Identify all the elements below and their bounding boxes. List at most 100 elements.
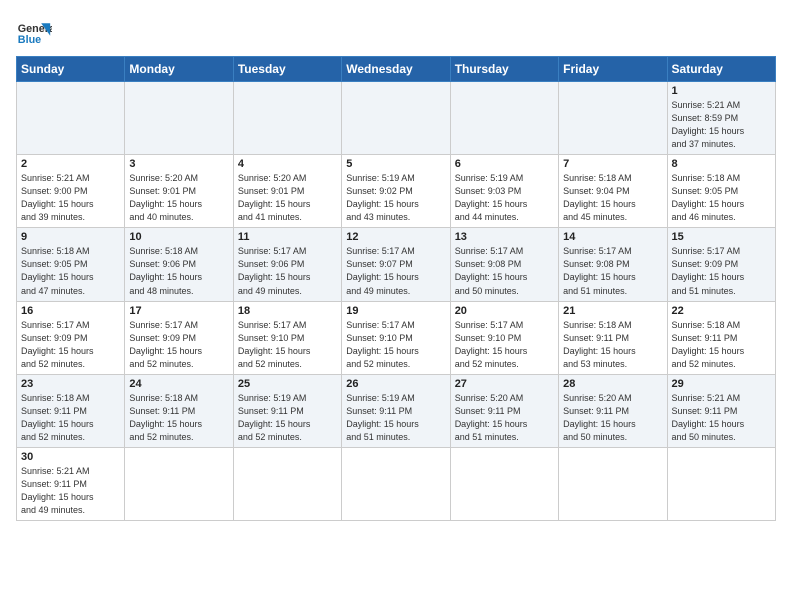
day-info: Sunrise: 5:20 AM Sunset: 9:11 PM Dayligh… — [455, 392, 554, 444]
day-number: 13 — [455, 231, 554, 243]
day-number: 29 — [672, 378, 771, 390]
day-number: 6 — [455, 158, 554, 170]
weekday-header-tuesday: Tuesday — [233, 57, 341, 82]
day-info: Sunrise: 5:17 AM Sunset: 9:08 PM Dayligh… — [455, 245, 554, 297]
calendar-cell — [342, 447, 450, 520]
day-number: 5 — [346, 158, 445, 170]
calendar-week-row: 1Sunrise: 5:21 AM Sunset: 8:59 PM Daylig… — [17, 82, 776, 155]
day-number: 2 — [21, 158, 120, 170]
weekday-header-monday: Monday — [125, 57, 233, 82]
calendar-cell: 15Sunrise: 5:17 AM Sunset: 9:09 PM Dayli… — [667, 228, 775, 301]
calendar-cell: 23 Sunrise: 5:18 AM Sunset: 9:11 PM Dayli… — [17, 374, 125, 447]
calendar-cell: 4 Sunrise: 5:20 AM Sunset: 9:01 PM Daylig… — [233, 155, 341, 228]
day-info: Sunrise: 5:17 AM Sunset: 9:06 PM Dayligh… — [238, 245, 337, 297]
day-info: Sunrise: 5:17 AM Sunset: 9:10 PM Dayligh… — [346, 319, 445, 371]
calendar-cell — [125, 82, 233, 155]
day-info: Sunrise: 5:19 AM Sunset: 9:11 PM Dayligh… — [346, 392, 445, 444]
calendar-cell: 3 Sunrise: 5:20 AM Sunset: 9:01 PM Daylig… — [125, 155, 233, 228]
calendar-cell — [450, 447, 558, 520]
weekday-header-row: SundayMondayTuesdayWednesdayThursdayFrid… — [17, 57, 776, 82]
day-number: 11 — [238, 231, 337, 243]
day-number: 21 — [563, 305, 662, 317]
day-number: 27 — [455, 378, 554, 390]
day-info: Sunrise: 5:17 AM Sunset: 9:09 PM Dayligh… — [21, 319, 120, 371]
day-number: 17 — [129, 305, 228, 317]
calendar-cell — [233, 447, 341, 520]
day-info: Sunrise: 5:19 AM Sunset: 9:11 PM Dayligh… — [238, 392, 337, 444]
day-number: 9 — [21, 231, 120, 243]
weekday-header-wednesday: Wednesday — [342, 57, 450, 82]
calendar-cell — [17, 82, 125, 155]
day-number: 7 — [563, 158, 662, 170]
day-number: 19 — [346, 305, 445, 317]
day-info: Sunrise: 5:18 AM Sunset: 9:11 PM Dayligh… — [563, 319, 662, 371]
day-info: Sunrise: 5:18 AM Sunset: 9:05 PM Dayligh… — [672, 172, 771, 224]
day-info: Sunrise: 5:18 AM Sunset: 9:11 PM Dayligh… — [129, 392, 228, 444]
day-info: Sunrise: 5:17 AM Sunset: 9:08 PM Dayligh… — [563, 245, 662, 297]
calendar-cell: 27 Sunrise: 5:20 AM Sunset: 9:11 PM Dayli… — [450, 374, 558, 447]
calendar-cell: 14Sunrise: 5:17 AM Sunset: 9:08 PM Dayli… — [559, 228, 667, 301]
day-info: Sunrise: 5:20 AM Sunset: 9:11 PM Dayligh… — [563, 392, 662, 444]
calendar-week-row: 2 Sunrise: 5:21 AM Sunset: 9:00 PM Daylig… — [17, 155, 776, 228]
calendar-cell — [450, 82, 558, 155]
calendar-week-row: 9 Sunrise: 5:18 AM Sunset: 9:05 PM Daylig… — [17, 228, 776, 301]
day-info: Sunrise: 5:19 AM Sunset: 9:02 PM Dayligh… — [346, 172, 445, 224]
day-info: Sunrise: 5:18 AM Sunset: 9:05 PM Dayligh… — [21, 245, 120, 297]
day-info: Sunrise: 5:21 AM Sunset: 9:00 PM Dayligh… — [21, 172, 120, 224]
day-info: Sunrise: 5:20 AM Sunset: 9:01 PM Dayligh… — [129, 172, 228, 224]
day-number: 1 — [672, 85, 771, 97]
calendar-cell: 18 Sunrise: 5:17 AM Sunset: 9:10 PM Dayli… — [233, 301, 341, 374]
day-number: 26 — [346, 378, 445, 390]
day-info: Sunrise: 5:18 AM Sunset: 9:06 PM Dayligh… — [129, 245, 228, 297]
day-number: 18 — [238, 305, 337, 317]
day-info: Sunrise: 5:20 AM Sunset: 9:01 PM Dayligh… — [238, 172, 337, 224]
calendar-cell — [342, 82, 450, 155]
calendar-cell: 17 Sunrise: 5:17 AM Sunset: 9:09 PM Dayli… — [125, 301, 233, 374]
calendar-cell: 2 Sunrise: 5:21 AM Sunset: 9:00 PM Daylig… — [17, 155, 125, 228]
calendar-cell: 1Sunrise: 5:21 AM Sunset: 8:59 PM Daylig… — [667, 82, 775, 155]
day-number: 3 — [129, 158, 228, 170]
day-info: Sunrise: 5:18 AM Sunset: 9:11 PM Dayligh… — [21, 392, 120, 444]
calendar-cell: 28 Sunrise: 5:20 AM Sunset: 9:11 PM Dayli… — [559, 374, 667, 447]
day-info: Sunrise: 5:18 AM Sunset: 9:11 PM Dayligh… — [672, 319, 771, 371]
day-number: 23 — [21, 378, 120, 390]
header: General Blue — [16, 16, 776, 52]
calendar-cell: 22Sunrise: 5:18 AM Sunset: 9:11 PM Dayli… — [667, 301, 775, 374]
calendar-cell: 5 Sunrise: 5:19 AM Sunset: 9:02 PM Daylig… — [342, 155, 450, 228]
calendar-cell: 26 Sunrise: 5:19 AM Sunset: 9:11 PM Dayli… — [342, 374, 450, 447]
calendar-cell: 10Sunrise: 5:18 AM Sunset: 9:06 PM Dayli… — [125, 228, 233, 301]
day-info: Sunrise: 5:19 AM Sunset: 9:03 PM Dayligh… — [455, 172, 554, 224]
calendar-cell — [667, 447, 775, 520]
day-info: Sunrise: 5:21 AM Sunset: 9:11 PM Dayligh… — [21, 465, 120, 517]
calendar-week-row: 30 Sunrise: 5:21 AM Sunset: 9:11 PM Dayli… — [17, 447, 776, 520]
day-number: 8 — [672, 158, 771, 170]
calendar-cell: 19 Sunrise: 5:17 AM Sunset: 9:10 PM Dayli… — [342, 301, 450, 374]
calendar-cell: 20Sunrise: 5:17 AM Sunset: 9:10 PM Dayli… — [450, 301, 558, 374]
calendar-cell: 11 Sunrise: 5:17 AM Sunset: 9:06 PM Dayli… — [233, 228, 341, 301]
calendar-cell: 7 Sunrise: 5:18 AM Sunset: 9:04 PM Daylig… — [559, 155, 667, 228]
calendar-cell: 12Sunrise: 5:17 AM Sunset: 9:07 PM Dayli… — [342, 228, 450, 301]
calendar-cell — [559, 447, 667, 520]
day-number: 28 — [563, 378, 662, 390]
logo-icon: General Blue — [16, 16, 52, 52]
day-info: Sunrise: 5:21 AM Sunset: 9:11 PM Dayligh… — [672, 392, 771, 444]
day-number: 30 — [21, 451, 120, 463]
calendar-week-row: 16 Sunrise: 5:17 AM Sunset: 9:09 PM Dayli… — [17, 301, 776, 374]
day-info: Sunrise: 5:18 AM Sunset: 9:04 PM Dayligh… — [563, 172, 662, 224]
day-number: 4 — [238, 158, 337, 170]
calendar-cell: 8 Sunrise: 5:18 AM Sunset: 9:05 PM Daylig… — [667, 155, 775, 228]
day-info: Sunrise: 5:17 AM Sunset: 9:09 PM Dayligh… — [129, 319, 228, 371]
calendar-cell: 29 Sunrise: 5:21 AM Sunset: 9:11 PM Dayli… — [667, 374, 775, 447]
day-number: 12 — [346, 231, 445, 243]
weekday-header-thursday: Thursday — [450, 57, 558, 82]
calendar-cell: 25Sunrise: 5:19 AM Sunset: 9:11 PM Dayli… — [233, 374, 341, 447]
calendar-cell: 21 Sunrise: 5:18 AM Sunset: 9:11 PM Dayli… — [559, 301, 667, 374]
day-number: 16 — [21, 305, 120, 317]
day-info: Sunrise: 5:17 AM Sunset: 9:09 PM Dayligh… — [672, 245, 771, 297]
day-info: Sunrise: 5:17 AM Sunset: 9:10 PM Dayligh… — [238, 319, 337, 371]
calendar-cell: 9 Sunrise: 5:18 AM Sunset: 9:05 PM Daylig… — [17, 228, 125, 301]
logo: General Blue — [16, 16, 52, 52]
calendar-cell — [125, 447, 233, 520]
calendar-cell — [559, 82, 667, 155]
weekday-header-saturday: Saturday — [667, 57, 775, 82]
